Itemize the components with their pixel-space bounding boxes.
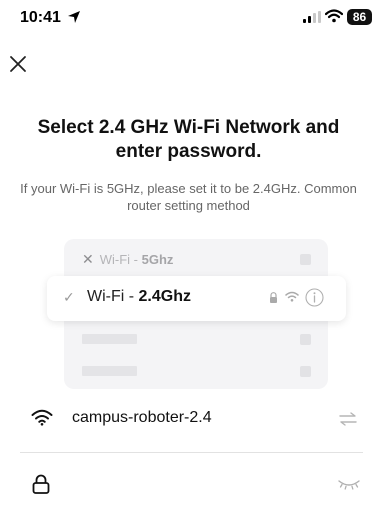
illustration-row-5g: ✕ Wi-Fi - 5Ghz [82,251,174,267]
lock-mini-icon [270,292,277,303]
page-title: Select 2.4 GHz Wi-Fi Network and enter p… [37,117,340,162]
switch-network-icon[interactable] [338,412,358,426]
wifi-mini-icon [285,291,299,302]
password-row [20,466,360,506]
location-arrow-icon [68,11,80,23]
placeholder-bar [82,334,137,344]
wifi-status-icon [325,9,343,23]
wifi-setup-screen: 10:41 86 Select 2.4 GHz Wi-Fi Network an… [0,0,377,510]
status-time: 10:41 [20,9,61,26]
wifi-icon [31,409,53,426]
checkmark-icon: ✓ [63,289,75,305]
lock-icon [32,474,50,494]
battery-indicator: 86 [347,9,372,25]
close-icon[interactable] [8,54,28,74]
x-icon: ✕ [82,251,94,267]
placeholder-square [300,366,311,377]
divider [20,452,363,453]
placeholder-square [300,334,311,345]
status-bar: 10:41 86 [0,0,377,36]
cellular-signal-icon [303,11,321,23]
placeholder-square [300,254,311,265]
page-subtitle: If your Wi-Fi is 5GHz, please set it to … [20,181,357,213]
network-selector[interactable]: campus-roboter-2.4 [20,400,360,440]
illustration-row-24g: ✓ Wi-Fi - 2.4Ghz [47,276,346,321]
network-label: Wi-Fi - 2.4Ghz [87,288,191,305]
placeholder-bar [82,366,137,376]
password-input[interactable] [70,470,320,500]
info-icon[interactable] [305,288,324,307]
eye-closed-icon[interactable] [338,479,360,491]
network-ssid: campus-roboter-2.4 [72,409,212,426]
